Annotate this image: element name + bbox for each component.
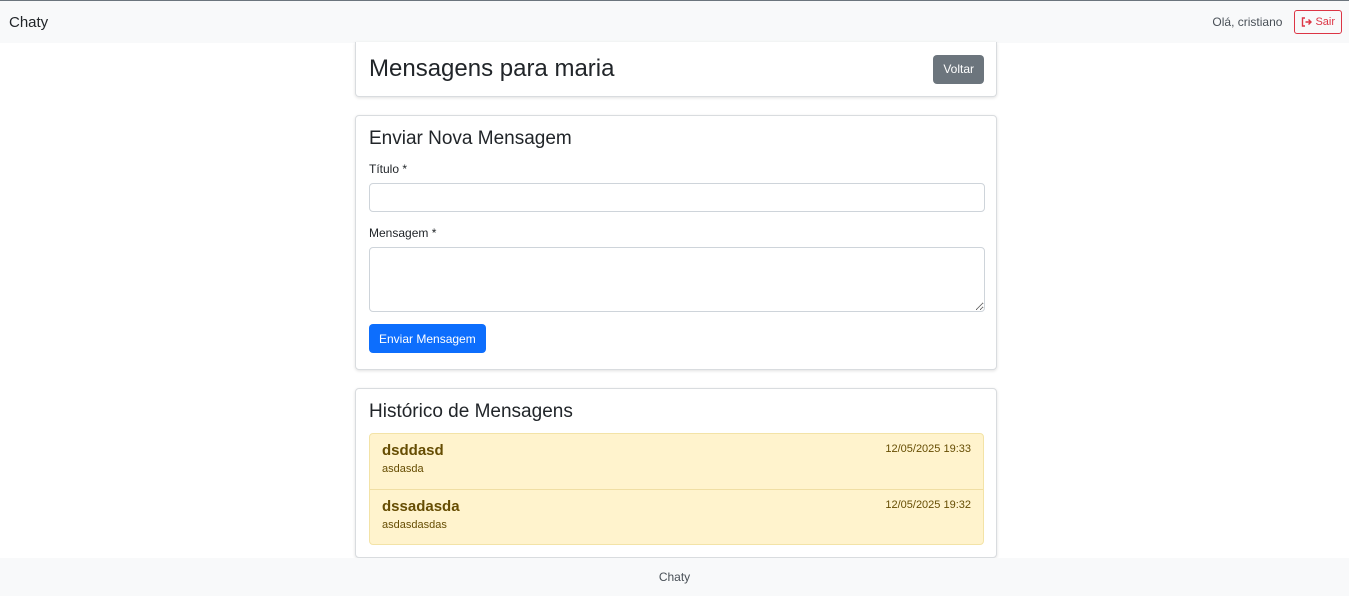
back-button[interactable]: Voltar [933,54,984,84]
title-field-label: Título * [369,162,408,176]
history-title: Histórico de Mensagens [369,401,573,422]
message-title: dsddasd [382,442,444,459]
new-message-card: Enviar Nova Mensagem Título * Mensagem *… [355,115,997,370]
title-input[interactable] [369,183,985,212]
page-title: Mensagens para maria [369,55,615,82]
sign-out-icon [1302,17,1313,27]
logout-button[interactable]: Sair [1294,10,1342,34]
message-title: dssadasda [382,498,460,515]
new-message-title: Enviar Nova Mensagem [369,128,572,149]
page-header-card: Mensagens para maria Voltar [355,42,997,97]
user-greeting: Olá, cristiano [1212,15,1283,29]
navbar: Chaty Olá, cristiano Sair [0,0,1349,43]
message-body: asdasda [382,463,424,475]
message-item[interactable]: dssadasda asdasdasdas 12/05/2025 19:32 [370,489,983,544]
logout-label: Sair [1315,16,1335,28]
message-date: 12/05/2025 19:32 [885,499,971,511]
message-history-card: Histórico de Mensagens dsddasd asdasda 1… [355,388,997,558]
message-field-label: Mensagem * [369,226,437,240]
message-list: dsddasd asdasda 12/05/2025 19:33 dssadas… [369,433,984,545]
message-body: asdasdasdas [382,519,447,531]
send-message-button[interactable]: Enviar Mensagem [369,324,486,353]
message-textarea[interactable] [369,247,985,312]
message-date: 12/05/2025 19:33 [885,443,971,455]
brand-logo[interactable]: Chaty [9,14,48,31]
navbar-user-area: Olá, cristiano Sair [1212,10,1342,34]
message-item[interactable]: dsddasd asdasda 12/05/2025 19:33 [370,434,983,489]
footer: Chaty [0,558,1349,596]
footer-text: Chaty [658,570,691,584]
